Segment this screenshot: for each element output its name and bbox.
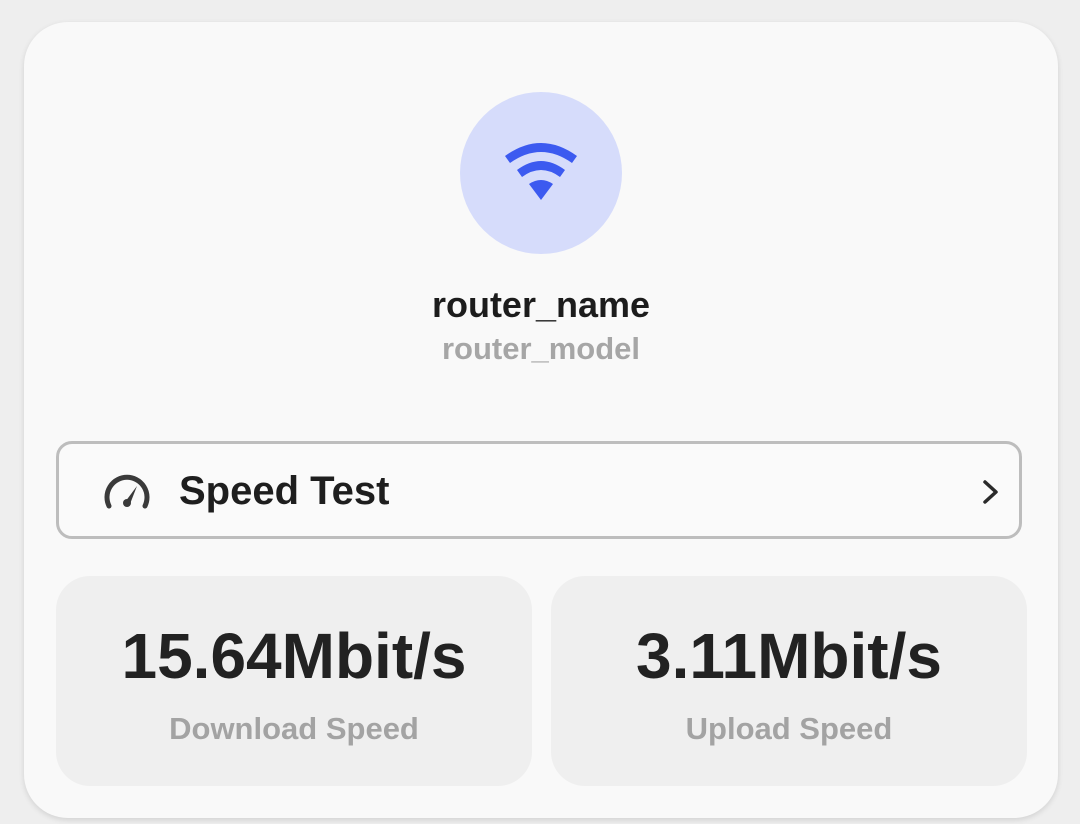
- speed-test-button[interactable]: Speed Test: [56, 441, 1022, 539]
- upload-speed-label: Upload Speed: [685, 711, 893, 746]
- upload-speed-value: 3.11Mbit/s: [636, 620, 942, 692]
- speedometer-icon: [104, 474, 150, 509]
- chevron-right-icon: [983, 480, 998, 504]
- upload-speed-tile: 3.11Mbit/s Upload Speed: [551, 576, 1027, 786]
- router-name: router_name: [431, 284, 651, 325]
- speed-test-label: Speed Test: [179, 469, 390, 513]
- download-speed-value: 15.64Mbit/s: [121, 620, 467, 692]
- router-avatar: [460, 92, 622, 254]
- router-model: router_model: [441, 331, 641, 366]
- download-speed-tile: 15.64Mbit/s Download Speed: [56, 576, 532, 786]
- download-speed-label: Download Speed: [169, 711, 419, 746]
- router-card: router_name router_model Speed Test 15.6…: [24, 22, 1058, 818]
- wifi-icon: [505, 143, 577, 200]
